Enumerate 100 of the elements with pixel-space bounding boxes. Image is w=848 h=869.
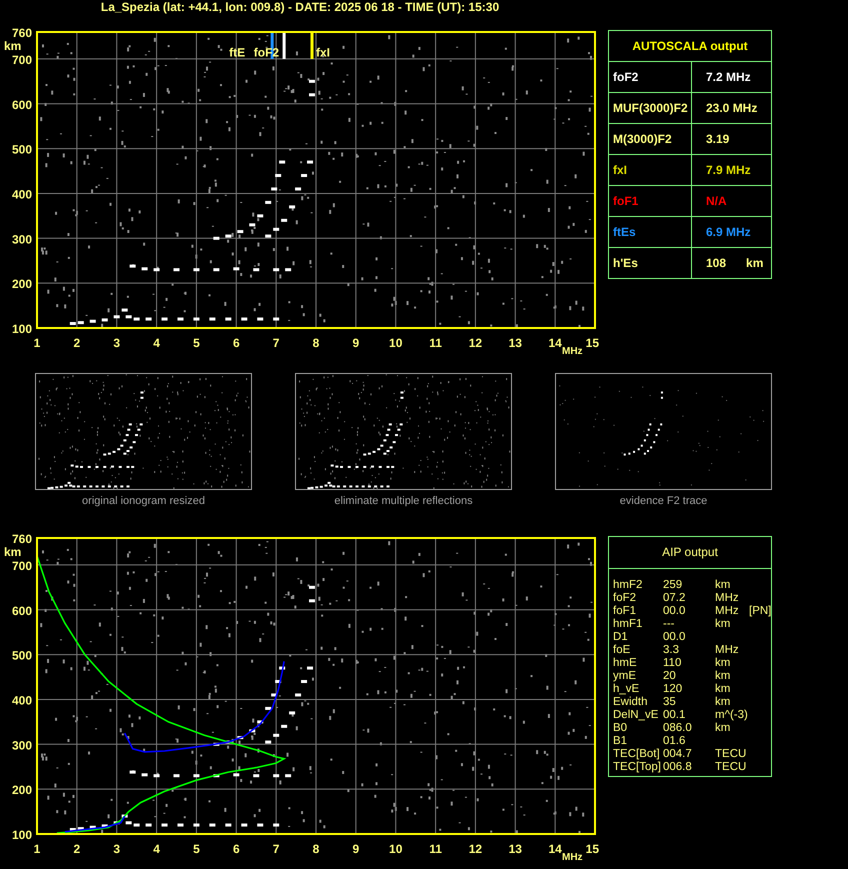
axis-tick-label: 500 [12,648,32,663]
parameter-value: 07.2 [663,592,686,605]
axis-tick-label: 12 [468,842,482,856]
axis-tick-label: 13 [508,842,522,856]
axis-tick-label: 2 [74,336,80,350]
parameter-value: 00.0 [663,631,686,644]
parameter-name: foE [613,644,632,657]
parameter-name: ftEs [613,225,636,239]
axis-tick-label: 15 [586,336,599,350]
axis-label: km [4,39,22,53]
axis-tick-label: 760 [12,26,32,40]
parameter-value: 20 [663,670,677,683]
axis-tick-label: 11 [429,842,442,856]
axis-tick-label: 2 [74,842,80,856]
parameter-unit: m^(-3) [715,709,749,722]
parameter-name: B0 [613,722,628,735]
parameter-unit: TECU [715,761,748,774]
parameter-unit: km [715,618,732,631]
axis-tick-label: 6 [232,336,240,350]
axis-tick-label: 4 [153,336,160,350]
parameter-unit: MHz [715,605,740,618]
parameter-name: hmF2 [613,579,644,592]
parameter-value: --- [663,618,676,631]
panel-title: AUTOSCALA output [609,31,771,62]
axis-tick-label: 15 [586,842,599,856]
axis-tick-label: 700 [12,52,32,67]
parameter-value: 3.19 [706,132,730,146]
parameter-name: h'Es [613,256,638,270]
axis-tick-label: 200 [12,277,32,292]
parameter-value: 6.9 MHz [706,225,751,239]
parameter-name: ymE [613,670,637,683]
parameter-name: hmE [613,657,638,670]
parameter-unit: TECU [715,748,748,761]
parameter-name: fxI [613,163,628,177]
parameter-name: MUF(3000)F2 [613,101,688,115]
axis-label: MHz [562,852,583,861]
axis-tick-label: 9 [352,842,360,856]
axis-tick-label: 400 [12,693,32,708]
axis-tick-label: 8 [312,336,320,350]
axis-label: km [4,545,22,559]
parameter-value: 004.7 [663,748,693,761]
thumbnail-caption: original ionogram resized [82,495,205,507]
parameter-value: 00.1 [663,709,686,722]
axis-tick-label: 10 [389,336,402,350]
axis-tick-label: 14 [548,336,562,350]
axis-tick-label: 1 [34,336,40,350]
parameter-unit: km [715,670,732,683]
marker-label: fxI [316,46,330,60]
parameter-name: TEC[Top] [613,761,662,774]
axis-tick-label: 5 [193,336,200,350]
parameter-value: 00.0 [663,605,686,618]
parameter-value: 108 [706,256,726,270]
parameter-unit: km [715,657,732,670]
axis-tick-label: 10 [389,842,402,856]
axis-tick-label: 400 [12,187,32,202]
parameter-value: 110 [663,657,682,670]
parameter-value: 259 [663,579,684,592]
axis-tick-label: 760 [12,532,32,546]
parameter-value: 7.9 MHz [706,163,751,177]
parameter-name: h_vE [613,683,640,696]
parameter-unit: km [715,579,732,592]
marker-label: ftE [229,46,246,60]
axis-tick-label: 3 [113,842,120,856]
parameter-name: D1 [613,631,629,644]
axis-tick-label: 13 [508,336,522,350]
parameter-value: 3.3 [663,644,680,657]
parameter-unit: MHz [715,592,740,605]
axis-tick-label: 100 [12,322,32,336]
parameter-name: B1 [613,735,628,748]
parameter-unit: km [715,696,732,709]
thumbnail-caption: evidence F2 trace [620,495,708,507]
parameter-unit: MHz [715,644,740,657]
parameter-unit: km [715,683,732,696]
parameter-name: foF1 [613,605,638,618]
parameter-value: 7.2 MHz [706,70,751,84]
axis-tick-label: 9 [352,336,360,350]
axis-tick-label: 6 [232,842,240,856]
parameter-value: 01.6 [663,735,686,748]
axis-tick-label: 1 [34,842,40,856]
parameter-unit: km [715,722,732,735]
parameter-name: TEC[Bot] [613,748,661,761]
axis-tick-label: 12 [468,336,482,350]
axis-tick-label: 300 [12,738,32,752]
axis-tick-label: 700 [12,558,32,573]
axis-tick-label: 600 [12,98,32,112]
parameter-name: foF2 [613,592,638,605]
parameter-unit: km [746,256,764,270]
axis-tick-label: 8 [312,842,320,856]
axis-tick-label: 11 [429,336,442,350]
parameter-name: M(3000)F2 [613,132,672,146]
axis-tick-label: 300 [12,232,32,246]
parameter-name: Ewidth [613,696,649,709]
page-title: La_Spezia (lat: +44.1, lon: 009.8) - DATE: 2025 06 18 - TIME (UT): 15:30 [100,0,500,16]
parameter-value: 120 [663,683,684,696]
axis-tick-label: 200 [12,783,32,798]
axis-tick-label: 600 [12,604,32,618]
axis-tick-label: 7 [272,336,280,350]
parameter-name: foF2 [613,70,638,84]
parameter-value: 006.8 [663,761,693,774]
parameter-name: foF1 [613,194,638,208]
